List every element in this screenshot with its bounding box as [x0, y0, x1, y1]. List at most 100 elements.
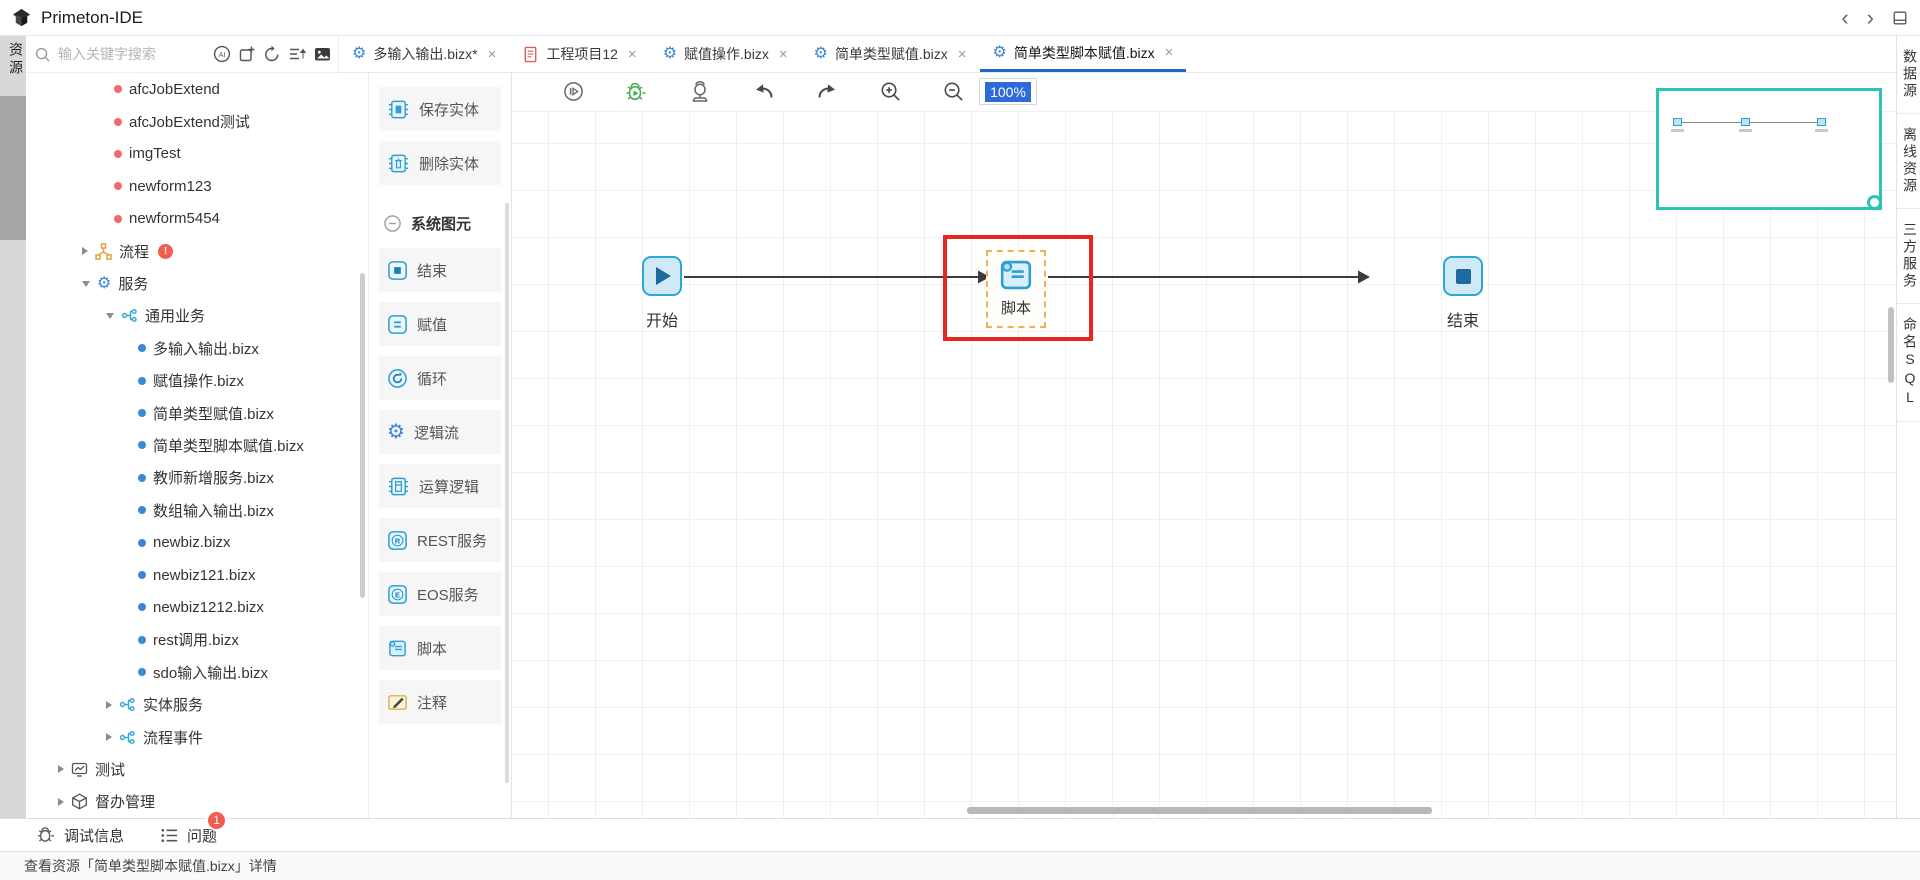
- tree-item[interactable]: 简单类型赋值.bizx: [26, 397, 368, 429]
- tree-item[interactable]: rest调用.bizx: [26, 624, 368, 656]
- status-text: 查看资源「简单类型脚本赋值.bizx」详情: [24, 856, 277, 876]
- palette-item[interactable]: EEOS服务: [379, 572, 501, 616]
- caret-right-icon[interactable]: [58, 798, 64, 806]
- problems-button[interactable]: 问题 1: [160, 825, 217, 846]
- right-rail-tab[interactable]: 三方服务: [1897, 209, 1920, 304]
- editor-tab[interactable]: ⚙多输入输出.bizx*×: [339, 36, 509, 72]
- window-layout-icon[interactable]: [1892, 10, 1908, 26]
- zoom-level-input[interactable]: 100%: [979, 78, 1037, 105]
- left-rail-tab-resources[interactable]: 资源: [0, 42, 26, 78]
- right-rail-tab[interactable]: 数据源: [1897, 36, 1920, 114]
- caret-down-icon[interactable]: [106, 313, 114, 319]
- flow-canvas[interactable]: 100% 开始 脚本 结束: [512, 73, 1896, 818]
- tree-item[interactable]: sdo输入输出.bizx: [26, 656, 368, 688]
- nav-forward-icon[interactable]: ›: [1867, 7, 1874, 29]
- tree-item-label: 流程: [119, 241, 149, 262]
- canvas-vertical-scrollbar[interactable]: [1888, 307, 1894, 383]
- palette-item[interactable]: 脚本: [379, 626, 501, 670]
- start-node[interactable]: [642, 256, 682, 296]
- tree-item[interactable]: 多输入输出.bizx: [26, 332, 368, 364]
- collapse-section-icon[interactable]: [383, 214, 402, 233]
- caret-down-icon[interactable]: [82, 281, 90, 287]
- canvas-grid[interactable]: [512, 111, 1896, 818]
- script-node-icon[interactable]: [997, 256, 1035, 294]
- preview-image-icon[interactable]: [313, 45, 332, 63]
- tree-item[interactable]: 测试: [26, 753, 368, 785]
- editor-tab[interactable]: ⚙简单类型赋值.bizx×: [801, 36, 980, 72]
- editor-tab[interactable]: ⚙赋值操作.bizx×: [650, 36, 801, 72]
- tree-item[interactable]: 流程!: [26, 235, 368, 267]
- service-dot-icon: [138, 636, 146, 644]
- tree-scrollbar[interactable]: [360, 273, 365, 598]
- tree-item[interactable]: 流程事件: [26, 721, 368, 753]
- tree-item[interactable]: 教师新增服务.bizx: [26, 462, 368, 494]
- tree-item[interactable]: 赋值操作.bizx: [26, 365, 368, 397]
- tree-item[interactable]: 通用业务: [26, 300, 368, 332]
- collapse-all-icon[interactable]: [288, 45, 306, 63]
- end-node[interactable]: [1443, 256, 1483, 296]
- palette-item[interactable]: 赋值: [379, 302, 501, 346]
- test-icon: [71, 761, 88, 778]
- palette-item[interactable]: 删除实体: [379, 141, 501, 185]
- editor-tab[interactable]: ⚙简单类型脚本赋值.bizx×: [980, 36, 1187, 72]
- zoom-out-icon[interactable]: [942, 80, 965, 103]
- tree-item[interactable]: afcJobExtend测试: [26, 105, 368, 137]
- script-node-selection[interactable]: 脚本: [986, 250, 1046, 328]
- tree-item-label: 督办管理: [95, 791, 155, 812]
- redo-icon[interactable]: [815, 80, 839, 104]
- palette-item[interactable]: ⚙逻辑流: [379, 410, 501, 454]
- right-rail-tab[interactable]: 命名SQL: [1897, 304, 1920, 422]
- close-icon[interactable]: ×: [488, 46, 497, 63]
- tree-item[interactable]: newbiz1212.bizx: [26, 591, 368, 623]
- palette-item[interactable]: RREST服务: [379, 518, 501, 562]
- left-rail-scrollbar[interactable]: [0, 96, 26, 240]
- caret-right-icon[interactable]: [106, 733, 112, 741]
- undo-icon[interactable]: [752, 80, 776, 104]
- tree-item[interactable]: 数组输入输出.bizx: [26, 494, 368, 526]
- tree-item-label: 简单类型赋值.bizx: [153, 403, 274, 424]
- close-icon[interactable]: ×: [958, 46, 967, 63]
- close-icon[interactable]: ×: [1165, 44, 1174, 61]
- tree-item[interactable]: newform123: [26, 170, 368, 202]
- new-resource-icon[interactable]: [238, 45, 256, 63]
- palette-item[interactable]: 注释: [379, 680, 501, 724]
- tree-item[interactable]: ⚙服务: [26, 267, 368, 299]
- editor-tab[interactable]: 工程项目12×: [509, 36, 649, 72]
- zoom-level-value: 100%: [985, 82, 1031, 102]
- refresh-icon[interactable]: [263, 45, 281, 63]
- tree-item[interactable]: 督办管理: [26, 786, 368, 818]
- run-to-icon[interactable]: [562, 80, 585, 103]
- tree-item[interactable]: 实体服务: [26, 688, 368, 720]
- caret-right-icon[interactable]: [106, 701, 112, 709]
- palette-section-header[interactable]: 系统图元: [379, 213, 501, 234]
- tree-item[interactable]: 简单类型脚本赋值.bizx: [26, 429, 368, 461]
- nav-back-icon[interactable]: ‹: [1841, 7, 1848, 29]
- status-bar: 查看资源「简单类型脚本赋值.bizx」详情: [0, 851, 1920, 880]
- minimap-resize-handle[interactable]: [1867, 195, 1882, 210]
- palette-scrollbar[interactable]: [505, 203, 509, 783]
- ai-assist-icon[interactable]: AI: [213, 45, 231, 63]
- palette-item[interactable]: 循环: [379, 356, 501, 400]
- deploy-icon[interactable]: [688, 80, 712, 104]
- caret-right-icon[interactable]: [82, 247, 88, 255]
- tree-item[interactable]: afcJobExtend: [26, 73, 368, 105]
- caret-right-icon[interactable]: [58, 765, 64, 773]
- close-icon[interactable]: ×: [779, 46, 788, 63]
- tree-item[interactable]: newbiz.bizx: [26, 526, 368, 558]
- zoom-in-icon[interactable]: [879, 80, 902, 103]
- close-icon[interactable]: ×: [628, 46, 637, 63]
- tree-item[interactable]: imgTest: [26, 138, 368, 170]
- right-rail-tab[interactable]: 离线资源: [1897, 114, 1920, 209]
- canvas-horizontal-scrollbar[interactable]: [967, 807, 1432, 814]
- palette-item[interactable]: 运算逻辑: [379, 464, 501, 508]
- form-dot-icon: [114, 215, 122, 223]
- debug-info-button[interactable]: 调试信息: [36, 825, 124, 846]
- palette-item-label: 脚本: [417, 638, 447, 659]
- palette-item[interactable]: 结束: [379, 248, 501, 292]
- minimap[interactable]: [1656, 88, 1882, 210]
- search-input[interactable]: [56, 45, 213, 63]
- debug-run-icon[interactable]: [624, 80, 648, 104]
- palette-item[interactable]: 保存实体: [379, 87, 501, 131]
- tree-item[interactable]: newbiz121.bizx: [26, 559, 368, 591]
- tree-item[interactable]: newform5454: [26, 203, 368, 235]
